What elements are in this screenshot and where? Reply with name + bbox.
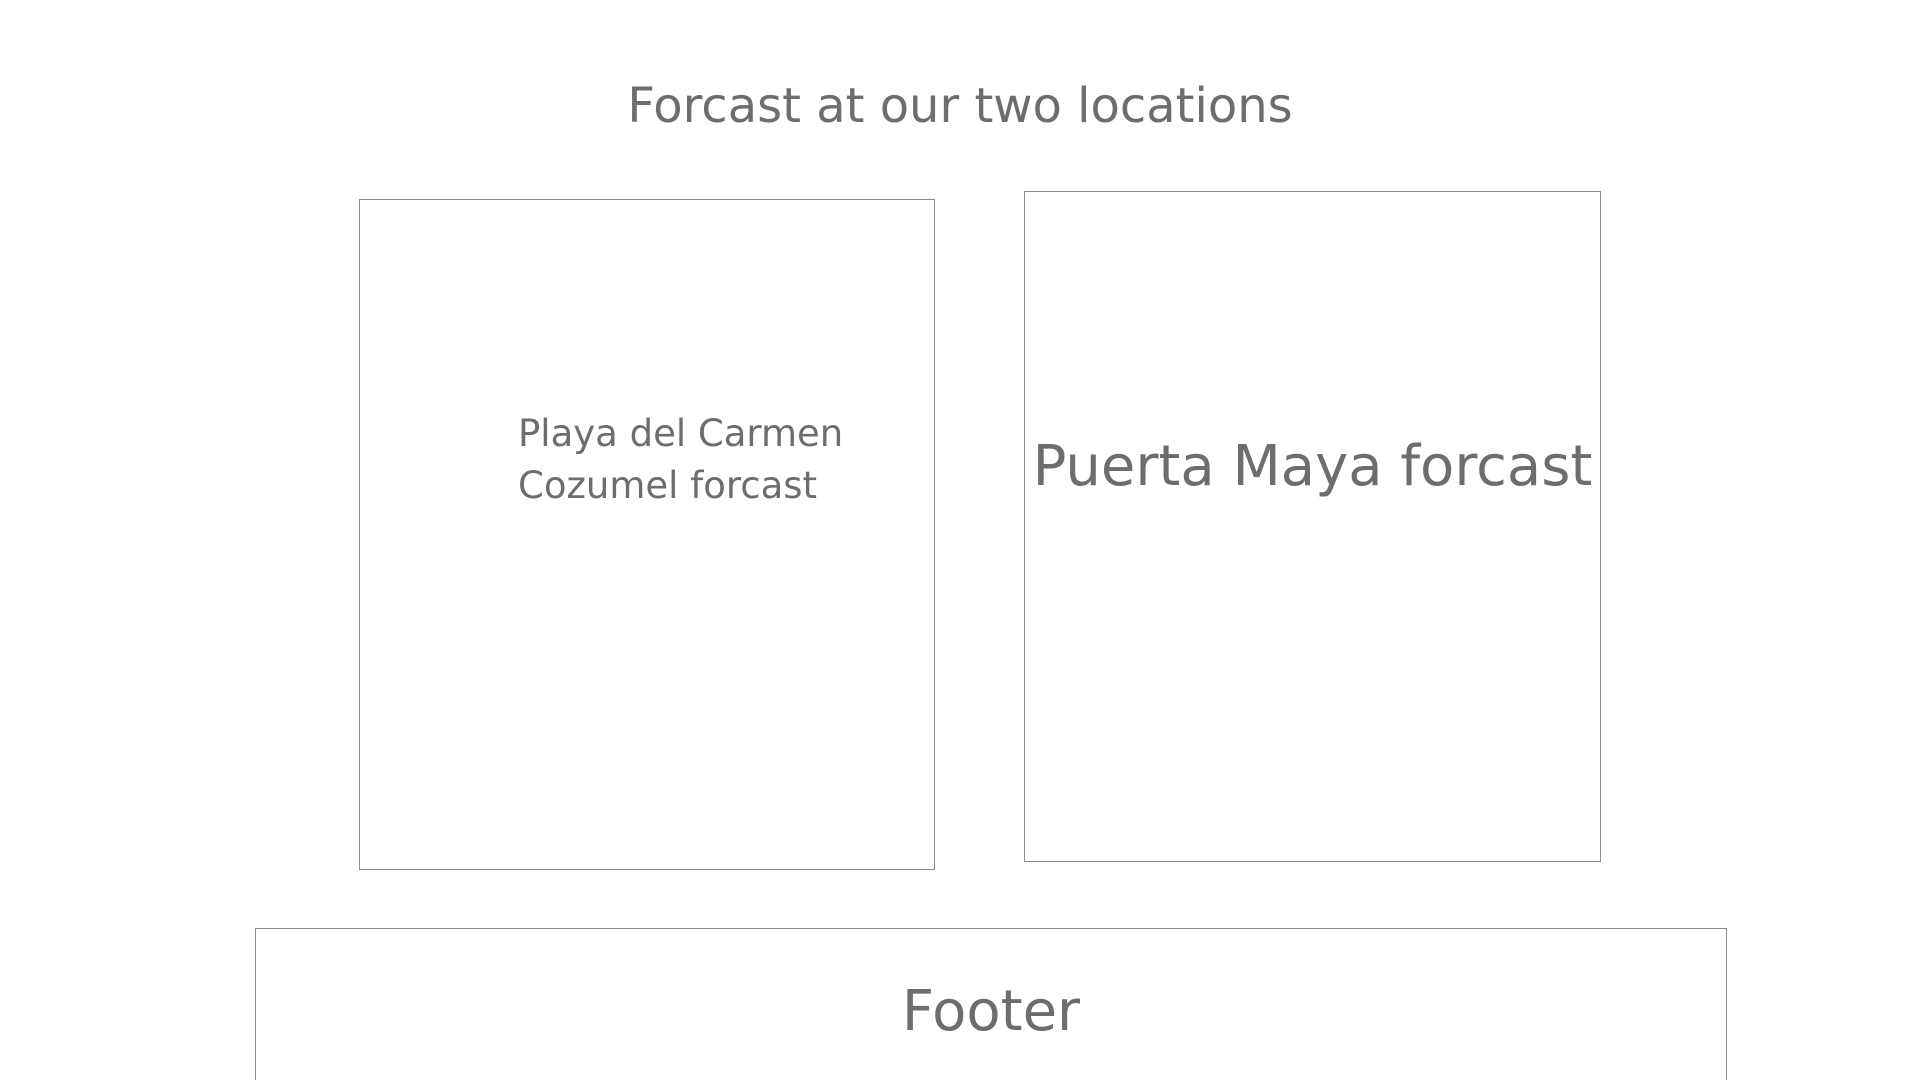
footer-label: Footer xyxy=(901,979,1081,1044)
left-panel-label-line-2: Cozumel forcast xyxy=(518,464,818,507)
footer: Footer xyxy=(255,928,1727,1080)
right-panel-label: Puerta Maya forcast xyxy=(1032,434,1593,499)
left-panel-label: Playa del Carmen Cozumel forcast xyxy=(518,408,843,512)
playa-del-carmen-cozumel-forecast-panel: Playa del Carmen Cozumel forcast xyxy=(359,199,935,870)
left-panel-label-line-1: Playa del Carmen xyxy=(518,412,844,455)
page-title: Forcast at our two locations xyxy=(627,78,1293,134)
puerta-maya-forecast-panel: Puerta Maya forcast xyxy=(1024,191,1601,862)
